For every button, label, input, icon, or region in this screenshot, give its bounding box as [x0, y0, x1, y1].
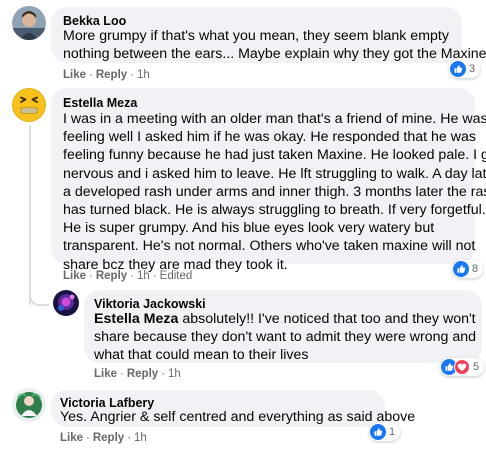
- timestamp[interactable]: 1h: [137, 270, 150, 282]
- comment-line: a developed rash under arms and inner th…: [63, 183, 486, 200]
- like-icon: [370, 424, 386, 440]
- reply-thread-line: [29, 125, 31, 305]
- separator: ·: [152, 270, 157, 282]
- separator: ·: [89, 69, 93, 81]
- comment-line: Yes. Angrier & self centred and everythi…: [60, 409, 416, 425]
- like-button[interactable]: Like: [63, 69, 86, 81]
- comment-actions: Like · Reply · 1h: [63, 69, 150, 81]
- like-button[interactable]: Like: [63, 270, 86, 282]
- separator: ·: [161, 368, 166, 380]
- like-icon: [450, 61, 466, 77]
- separator: ·: [130, 69, 135, 81]
- reaction-count: 8: [472, 263, 479, 275]
- reaction-summary[interactable]: 5: [440, 358, 485, 376]
- comment-line: More grumpy if that's what you mean, the…: [63, 28, 449, 44]
- timestamp[interactable]: 1h: [137, 69, 150, 81]
- love-icon: [454, 359, 470, 375]
- comment-line-text: absolutely!! I've noticed that too and t…: [178, 311, 476, 327]
- comment-author[interactable]: Viktoria Jackowski: [94, 297, 206, 311]
- comment-text: Yes. Angrier & self centred and everythi…: [60, 408, 415, 426]
- comment-line: transparent. He's not normal. Others who…: [63, 238, 476, 255]
- comment-line: I was in a meeting with an older man tha…: [63, 111, 486, 127]
- reply-button[interactable]: Reply: [127, 368, 158, 380]
- comment-actions: Like · Reply · 1h: [94, 368, 181, 380]
- reaction-count: 5: [473, 361, 480, 373]
- mention-link[interactable]: Estella Meza: [94, 311, 178, 327]
- comment-line: what that could mean to their lives: [94, 347, 309, 364]
- comment-line: Estella Meza absolutely!! I've noticed t…: [94, 310, 476, 328]
- reply-button[interactable]: Reply: [96, 270, 127, 282]
- reaction-count: 3: [469, 63, 476, 75]
- separator: ·: [89, 270, 93, 282]
- avatar[interactable]: [12, 6, 46, 40]
- comment-text: More grumpy if that's what you mean, the…: [63, 27, 486, 63]
- reaction-count: 1: [389, 426, 396, 438]
- comment-line: feeling funny because he had just taken …: [63, 147, 486, 164]
- like-button[interactable]: Like: [60, 432, 83, 444]
- comment-author[interactable]: Estella Meza: [63, 96, 137, 110]
- comment-line: He is super grumpy. And his blue eyes lo…: [63, 220, 435, 237]
- timestamp[interactable]: 1h: [168, 368, 181, 380]
- separator: ·: [130, 270, 135, 282]
- comment-text: Estella Meza absolutely!! I've noticed t…: [94, 310, 476, 365]
- comment-thread: Bekka Loo More grumpy if that's what you…: [0, 0, 486, 449]
- reply-thread-branch: [29, 286, 49, 306]
- comment-line: has turned black. He is always strugglin…: [63, 202, 486, 219]
- like-icon: [453, 261, 469, 277]
- reply-button[interactable]: Reply: [93, 432, 124, 444]
- reply-button[interactable]: Reply: [96, 69, 127, 81]
- avatar[interactable]: [12, 88, 46, 122]
- comment-actions: Like · Reply · 1h: [60, 432, 147, 444]
- reaction-summary[interactable]: 1: [369, 423, 401, 441]
- edited-label[interactable]: Edited: [160, 270, 193, 282]
- separator: ·: [127, 432, 132, 444]
- separator: ·: [86, 432, 90, 444]
- avatar[interactable]: [12, 388, 46, 422]
- avatar[interactable]: [53, 290, 79, 316]
- comment-actions: Like · Reply · 1h · Edited: [63, 270, 192, 282]
- comment-line: share because they don't want to admit t…: [94, 329, 477, 346]
- reaction-summary[interactable]: 8: [452, 260, 484, 278]
- timestamp[interactable]: 1h: [134, 432, 147, 444]
- comment-line: nervous and i asked him to leave. He lft…: [63, 165, 486, 182]
- like-button[interactable]: Like: [94, 368, 117, 380]
- comment-line: nothing between the ears... Maybe explai…: [63, 46, 486, 63]
- comment-line: feeling well I asked him if he was okay.…: [63, 129, 476, 146]
- separator: ·: [120, 368, 124, 380]
- comment-text: I was in a meeting with an older man tha…: [63, 110, 486, 274]
- reaction-summary[interactable]: 3: [449, 60, 481, 78]
- comment-author[interactable]: Bekka Loo: [63, 14, 126, 28]
